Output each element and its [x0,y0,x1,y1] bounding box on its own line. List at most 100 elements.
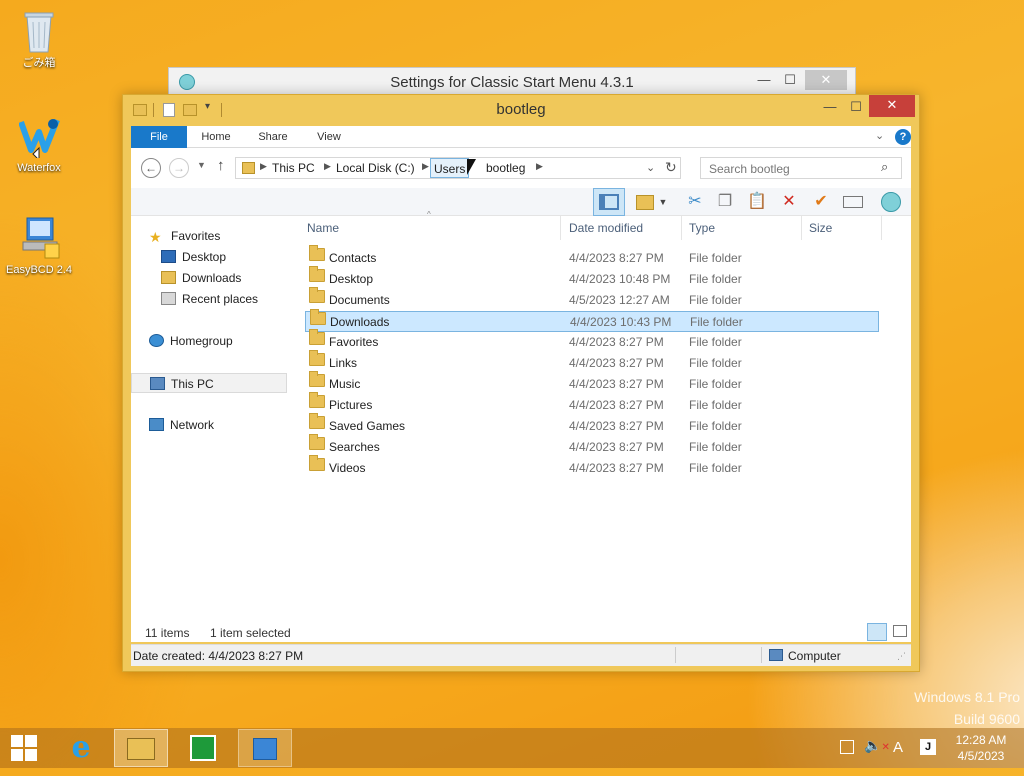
address-bar[interactable]: ▶ This PC ▶ Local Disk (C:) ▶ Users boot… [235,157,681,179]
refresh-button[interactable]: ↻ [665,159,677,176]
help-icon[interactable]: ? [895,129,911,145]
file-type: File folder [690,315,743,329]
back-button[interactable]: ← [141,158,161,178]
close-button[interactable]: ✕ [869,95,915,117]
properties-check-icon[interactable]: ✔ [809,190,833,214]
desktop-icon-waterfox[interactable]: Waterfox [3,114,75,174]
column-divider[interactable] [681,216,682,240]
breadcrumb-bootleg[interactable]: bootleg [486,161,525,175]
nav-favorites[interactable]: ★ Favorites [149,226,220,246]
file-row[interactable]: Music 4/4/2023 8:27 PM File folder [305,371,879,395]
nav-downloads[interactable]: Downloads [161,268,241,288]
taskbar-store[interactable] [176,729,230,767]
windows-logo-icon [11,735,37,761]
expand-ribbon-chevron-icon[interactable]: ⌄ [875,129,884,142]
edition-text: Windows 8.1 Pro [914,689,1020,705]
rename-icon[interactable] [841,190,865,214]
file-row[interactable]: Saved Games 4/4/2023 8:27 PM File folder [305,413,879,437]
taskbar-easybcd[interactable] [238,729,292,767]
navigation-pane-button[interactable] [593,188,625,216]
column-divider[interactable] [881,216,882,240]
title-bar[interactable]: ▾ bootleg — ☐ ✕ [123,95,919,125]
up-button[interactable]: ↑ [217,157,225,174]
ime-mode-indicator[interactable]: A [893,739,903,756]
nav-recent-places[interactable]: Recent places [161,289,258,309]
nav-label: Favorites [171,229,221,243]
file-row[interactable]: Desktop 4/4/2023 10:48 PM File folder [305,266,879,290]
file-row[interactable]: Favorites 4/4/2023 8:27 PM File folder [305,329,879,353]
column-size[interactable]: Size [809,216,832,240]
classic-shell-icon[interactable] [879,190,903,214]
search-input[interactable]: Search bootleg ⌕ [700,157,902,179]
classic-start-menu-settings-window[interactable]: Settings for Classic Start Menu 4.3.1 — … [168,67,856,97]
file-row[interactable]: Videos 4/4/2023 8:27 PM File folder [305,455,879,479]
breadcrumb-separator-icon[interactable]: ▶ [324,161,331,172]
breadcrumb-this-pc[interactable]: This PC [272,161,315,175]
file-row[interactable]: Documents 4/5/2023 12:27 AM File folder [305,287,879,311]
file-type: File folder [689,419,742,433]
navigation-bar: ← → ▼ ↑ ▶ This PC ▶ Local Disk (C:) ▶ Us… [131,148,911,188]
column-name[interactable]: Name [307,216,339,240]
breadcrumb-users[interactable]: Users [430,158,470,178]
file-type: File folder [689,293,742,307]
explorer-window[interactable]: ▾ bootleg — ☐ ✕ File Home Share View ⌄ ?… [122,94,920,672]
date-created-text: Date created: 4/4/2023 8:27 PM [133,649,304,663]
desktop-icon-recycle-bin[interactable]: ごみ箱 [3,8,75,70]
breadcrumb-separator-icon[interactable]: ▶ [536,161,543,172]
desktop-icon-easybcd[interactable]: EasyBCD 2.4 [3,216,75,276]
downloads-icon [161,271,176,284]
nav-network[interactable]: Network [149,415,214,435]
ime-icon[interactable]: J [920,739,936,755]
paste-icon[interactable]: 📋 [745,190,769,214]
recent-locations-chevron-icon[interactable]: ▼ [197,160,206,170]
tab-view[interactable]: View [305,126,353,148]
file-row[interactable]: Downloads 4/4/2023 10:43 PM File folder [305,309,879,332]
file-type: File folder [689,335,742,349]
details-view-button[interactable] [867,623,887,641]
start-button[interactable] [0,729,48,767]
close-button[interactable]: ✕ [805,70,847,90]
network-tray-icon[interactable] [840,740,854,754]
copy-icon[interactable]: ❐ [713,190,737,214]
column-type[interactable]: Type [689,216,715,240]
folder-icon [309,371,325,387]
column-divider[interactable] [801,216,802,240]
breadcrumb-local-disk[interactable]: Local Disk (C:) [336,161,415,175]
folder-options-icon[interactable] [633,190,657,214]
file-row[interactable]: Pictures 4/4/2023 8:27 PM File folder [305,392,879,416]
clock[interactable]: 12:28 AM 4/5/2023 [946,732,1016,764]
resize-grip-icon[interactable]: ⋰ [897,651,906,662]
cut-icon[interactable]: ✂ [683,190,707,214]
file-row[interactable]: Links 4/4/2023 8:27 PM File folder [305,350,879,374]
tab-home[interactable]: Home [191,126,241,148]
file-row[interactable]: Contacts 4/4/2023 8:27 PM File folder [305,245,879,269]
nav-desktop[interactable]: Desktop [161,247,226,267]
address-history-chevron-icon[interactable]: ⌄ [646,161,655,174]
taskbar-internet-explorer[interactable]: e [54,729,108,767]
computer-icon [150,377,165,390]
taskbar-file-explorer[interactable] [114,729,168,767]
large-icons-view-button[interactable] [893,625,907,637]
forward-button[interactable]: → [169,158,189,178]
file-date-modified: 4/4/2023 10:43 PM [570,315,672,329]
nav-this-pc[interactable]: This PC [131,373,287,393]
minimize-button[interactable]: — [751,70,777,90]
nav-homegroup[interactable]: Homegroup [149,331,233,351]
delete-icon[interactable]: ✕ [777,190,801,214]
minimize-button[interactable]: — [817,97,843,117]
breadcrumb-separator-icon[interactable]: ▶ [422,161,429,172]
waterfox-icon [18,114,60,162]
column-date-modified[interactable]: Date modified [569,216,643,240]
tab-share[interactable]: Share [247,126,299,148]
breadcrumb-separator-icon[interactable]: ▶ [260,161,267,172]
easybcd-icon [253,738,277,760]
folder-icon [310,309,326,325]
folder-options-chevron-icon[interactable]: ▼ [657,190,669,214]
maximize-button[interactable]: ☐ [843,97,869,117]
file-row[interactable]: Searches 4/4/2023 8:27 PM File folder [305,434,879,458]
tab-file[interactable]: File [131,126,187,148]
maximize-button[interactable]: ☐ [777,70,803,90]
status-bar: 11 items 1 item selected [131,622,911,642]
column-divider[interactable] [560,216,561,240]
volume-muted-icon[interactable]: 🔈✕ [864,737,890,754]
